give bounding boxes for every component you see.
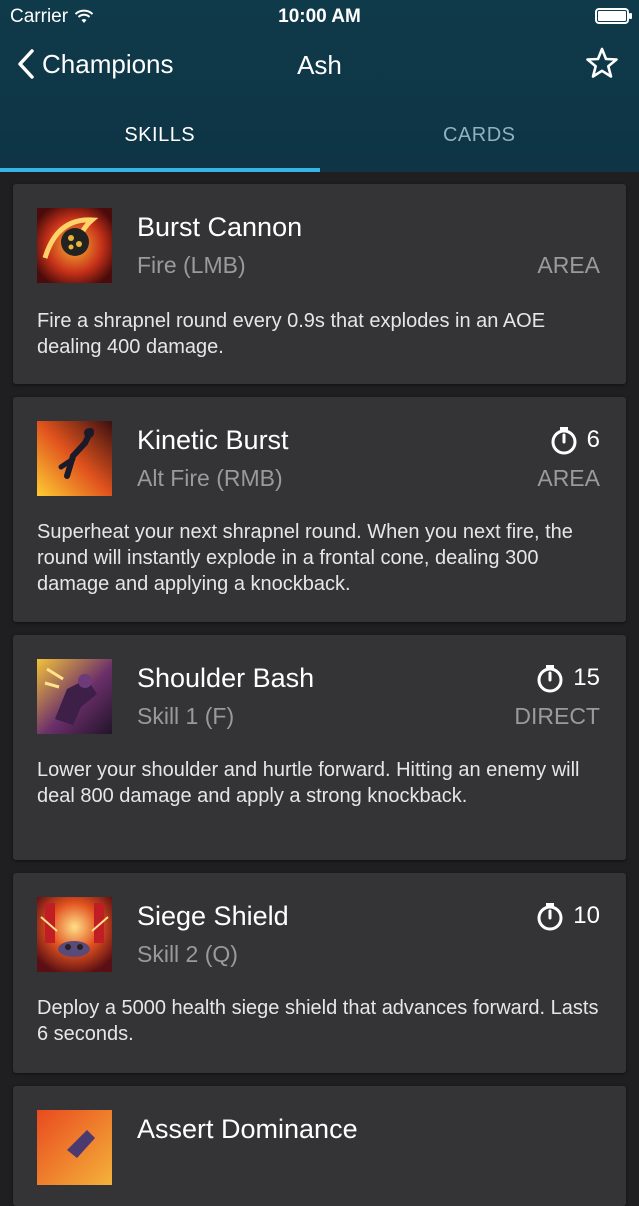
skill-card[interactable]: Kinetic Burst Alt Fire (RMB) 6 AREA Supe… [13, 397, 626, 622]
tab-skills[interactable]: SKILLS [0, 98, 320, 172]
skill-description: Superheat your next shrapnel round. When… [37, 519, 602, 597]
star-icon[interactable] [585, 46, 619, 80]
kinetic-burst-icon [37, 421, 112, 496]
shoulder-bash-icon [37, 659, 112, 734]
tab-cards[interactable]: CARDS [320, 98, 639, 172]
skill-type: DIRECT [514, 703, 600, 730]
navigation-bar: Champions Ash [0, 34, 639, 98]
status-bar: Carrier 10:00 AM [0, 0, 639, 34]
page-title: Ash [0, 50, 639, 81]
skill-name: Assert Dominance [137, 1114, 358, 1145]
skill-cooldown: 6 [549, 425, 600, 455]
skill-type: AREA [537, 252, 600, 279]
clock: 10:00 AM [0, 6, 639, 28]
skill-cooldown: 15 [535, 663, 600, 693]
burst-cannon-icon [37, 208, 112, 283]
skill-card[interactable]: Shoulder Bash Skill 1 (F) 15 DIRECT Lowe… [13, 635, 626, 860]
skill-key: Alt Fire (RMB) [137, 465, 283, 492]
assert-dominance-icon [37, 1110, 112, 1185]
cooldown-value: 10 [573, 902, 600, 930]
siege-shield-icon [37, 897, 112, 972]
skill-description: Deploy a 5000 health siege shield that a… [37, 995, 602, 1047]
skill-description: Fire a shrapnel round every 0.9s that ex… [37, 308, 602, 360]
cooldown-value: 6 [587, 426, 600, 454]
stopwatch-icon [535, 901, 565, 931]
skill-description: Lower your shoulder and hurtle forward. … [37, 757, 602, 809]
skill-name: Shoulder Bash [137, 663, 314, 694]
skill-cooldown: 10 [535, 901, 600, 931]
stopwatch-icon [549, 425, 579, 455]
skill-card[interactable]: Burst Cannon Fire (LMB) AREA Fire a shra… [13, 184, 626, 384]
app-header: Carrier 10:00 AM Champions Ash SKILLS CA… [0, 0, 639, 172]
skill-name: Kinetic Burst [137, 425, 289, 456]
skill-type: AREA [537, 465, 600, 492]
skill-key: Fire (LMB) [137, 252, 246, 279]
stopwatch-icon [535, 663, 565, 693]
tab-bar: SKILLS CARDS [0, 98, 639, 172]
skill-name: Siege Shield [137, 901, 289, 932]
skill-key: Skill 1 (F) [137, 703, 234, 730]
cooldown-value: 15 [573, 664, 600, 692]
skill-name: Burst Cannon [137, 212, 302, 243]
skill-card[interactable]: Assert Dominance [13, 1086, 626, 1206]
skill-key: Skill 2 (Q) [137, 941, 238, 968]
battery-icon [595, 8, 629, 24]
skill-card[interactable]: Siege Shield Skill 2 (Q) 10 Deploy a 500… [13, 873, 626, 1073]
